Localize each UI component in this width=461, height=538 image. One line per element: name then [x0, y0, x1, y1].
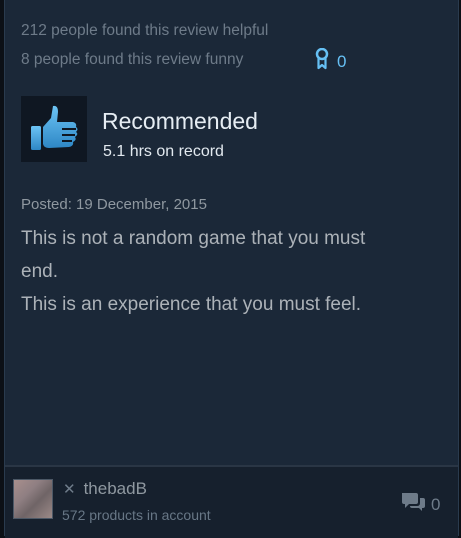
author-name[interactable]: thebadB: [84, 479, 147, 499]
comments-button[interactable]: 0: [400, 491, 440, 518]
recommendation-thumb[interactable]: [21, 96, 87, 162]
hours-on-record: 5.1 hrs on record: [103, 143, 224, 160]
helpful-count-text: 212 people found this review helpful: [21, 22, 269, 39]
review-body-line: This is an experience that you must feel…: [21, 294, 362, 315]
review-body: This is not a random game that you must …: [21, 222, 441, 321]
award-count: 0: [337, 51, 347, 71]
award-button[interactable]: 0: [315, 47, 347, 75]
comment-bubble-icon: [400, 491, 426, 518]
review-body-line: This is not a random game that you must: [21, 228, 366, 249]
author-footer: ✕ thebadB 572 products in account 0: [5, 465, 458, 538]
review-body-line: end.: [21, 261, 58, 282]
funny-count-text: 8 people found this review funny: [21, 51, 244, 68]
avatar[interactable]: [13, 479, 53, 519]
x-mark-icon: ✕: [63, 481, 76, 498]
products-count[interactable]: 572 products in account: [62, 507, 211, 523]
comment-count: 0: [431, 494, 441, 514]
recommendation-title[interactable]: Recommended: [102, 108, 258, 135]
posted-date: Posted: 19 December, 2015: [21, 196, 207, 213]
award-ribbon-icon: [315, 47, 329, 75]
thumbs-up-icon: [21, 105, 87, 166]
author-name-row[interactable]: ✕ thebadB: [63, 479, 147, 499]
review-card: 212 people found this review helpful 8 p…: [4, 0, 459, 538]
